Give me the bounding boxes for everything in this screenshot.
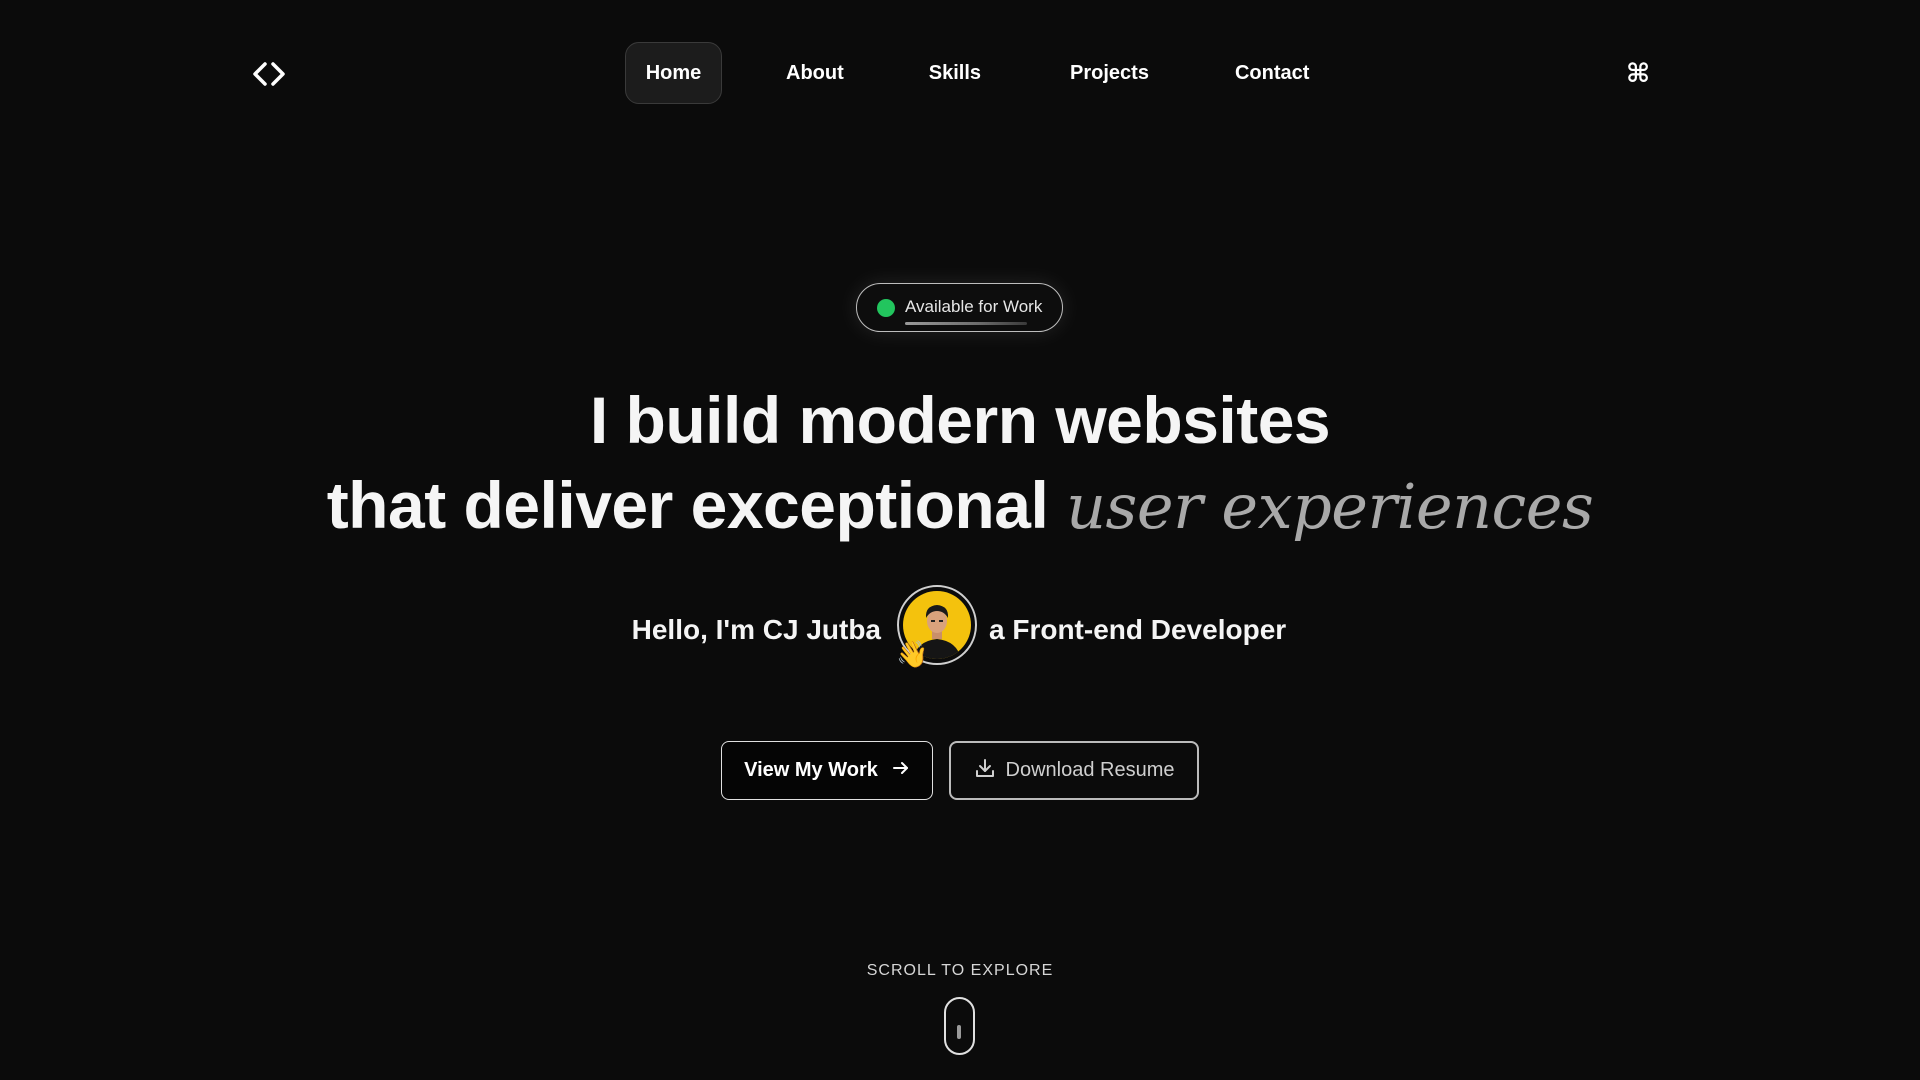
badge-underline xyxy=(905,322,1027,325)
command-menu-icon[interactable]: ⌘ xyxy=(1626,57,1650,91)
mouse-scroll-icon[interactable] xyxy=(944,997,975,1055)
status-dot-icon xyxy=(877,299,895,317)
nav-projects[interactable]: Projects xyxy=(1070,42,1149,104)
nav-about[interactable]: About xyxy=(786,42,844,104)
nav-home[interactable]: Home xyxy=(625,42,722,104)
main-nav: Home About Skills Projects Contact xyxy=(625,42,1309,104)
intro-greeting: Hello, I'm CJ Jutba xyxy=(631,614,881,645)
mouse-wheel xyxy=(957,1025,961,1039)
headline-line-2-text: that deliver exceptional xyxy=(326,468,1049,542)
nav-skills[interactable]: Skills xyxy=(929,42,981,104)
arrow-right-icon xyxy=(892,759,910,783)
view-my-work-button[interactable]: View My Work xyxy=(721,741,933,800)
view-my-work-label: View My Work xyxy=(744,759,878,781)
availability-badge: Available for Work xyxy=(856,283,1063,332)
code-brackets-icon[interactable] xyxy=(252,60,286,88)
headline-line-1: I build modern websites xyxy=(589,383,1331,457)
headline-line-2: that deliver exceptional user experience… xyxy=(0,463,1920,549)
download-resume-label: Download Resume xyxy=(1005,759,1175,781)
intro-role: a Front-end Developer xyxy=(989,614,1287,645)
page: Home About Skills Projects Contact ⌘ Ava… xyxy=(0,0,1920,1080)
nav-contact[interactable]: Contact xyxy=(1235,42,1309,104)
availability-label: Available for Work xyxy=(905,297,1043,316)
scroll-label: SCROLL TO EXPLORE xyxy=(866,962,1054,979)
download-icon xyxy=(974,757,996,785)
headline-accent: user experiences xyxy=(1066,470,1594,543)
download-resume-button[interactable]: Download Resume xyxy=(949,741,1199,800)
wave-emoji: 👋 xyxy=(896,639,929,669)
